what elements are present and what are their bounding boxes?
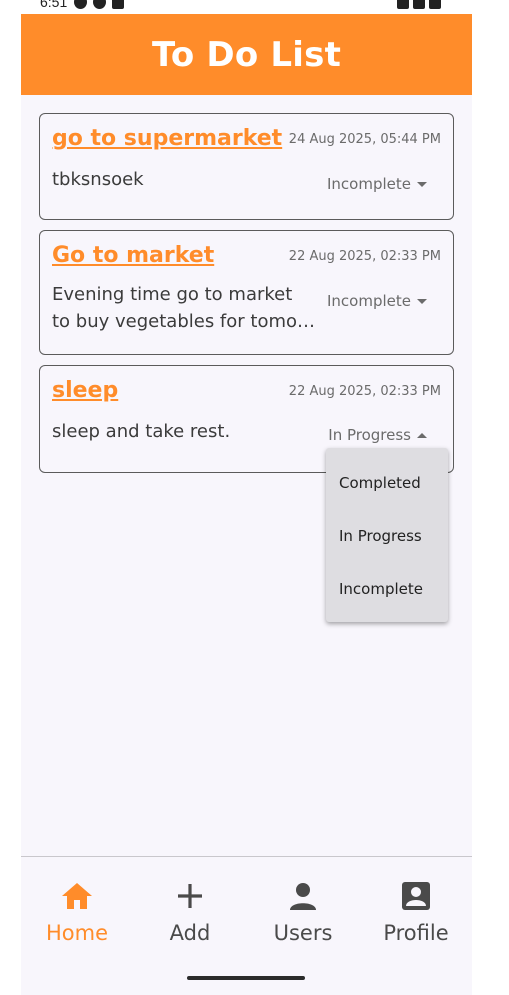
app-bar: To Do List <box>21 14 472 95</box>
task-title[interactable]: go to supermarket <box>52 126 282 151</box>
task-date: 22 Aug 2025, 02:33 PM <box>288 249 441 264</box>
nav-label: Users <box>273 921 333 945</box>
status-bar: 6:51 <box>0 0 509 14</box>
chevron-up-icon <box>417 432 427 438</box>
nav-item-add[interactable]: Add <box>134 857 246 967</box>
page-title: To Do List <box>151 34 342 75</box>
wifi-icon <box>397 0 409 9</box>
task-date: 24 Aug 2025, 05:44 PM <box>288 132 441 147</box>
location-icon <box>93 0 106 9</box>
task-description-line: Evening time go to market <box>52 284 293 305</box>
plus-icon <box>173 879 207 913</box>
person-icon <box>286 879 320 913</box>
task-date: 22 Aug 2025, 02:33 PM <box>288 384 441 399</box>
task-description: Evening time go to market to buy vegetab… <box>52 281 317 335</box>
nav-item-users[interactable]: Users <box>247 857 359 967</box>
chevron-down-icon <box>417 298 427 304</box>
status-dropdown-value: Incomplete <box>327 175 411 193</box>
task-title[interactable]: Go to market <box>52 243 214 268</box>
signal-icon <box>413 0 425 9</box>
nav-item-profile[interactable]: Profile <box>360 857 472 967</box>
status-dropdown-value: Incomplete <box>327 292 411 310</box>
home-indicator[interactable] <box>187 976 305 980</box>
status-dropdown[interactable]: Incomplete <box>327 292 427 310</box>
home-icon <box>60 879 94 913</box>
status-dropdown-value: In Progress <box>328 426 411 444</box>
task-description-line: sleep and take rest. <box>52 421 231 442</box>
task-title[interactable]: sleep <box>52 378 118 403</box>
status-dropdown[interactable]: Incomplete <box>327 175 427 193</box>
status-time: 6:51 <box>40 0 68 10</box>
status-dropdown[interactable]: In Progress <box>328 426 427 444</box>
status-icons-right <box>397 0 441 9</box>
account-box-icon <box>399 879 433 913</box>
task-description: tbksnsoek <box>52 166 317 193</box>
status-option-incomplete[interactable]: Incomplete <box>339 580 423 598</box>
app-screen: To Do List go to supermarket 24 Aug 2025… <box>21 14 472 995</box>
battery-icon <box>429 0 441 9</box>
chevron-down-icon <box>417 181 427 187</box>
status-dropdown-menu: Completed In Progress Incomplete <box>326 448 448 622</box>
do-not-disturb-icon <box>74 0 87 9</box>
task-description-line: tbksnsoek <box>52 169 144 190</box>
nav-label: Profile <box>383 921 449 945</box>
status-option-in-progress[interactable]: In Progress <box>339 527 422 545</box>
status-icons-left <box>74 0 124 9</box>
status-option-completed[interactable]: Completed <box>339 474 421 492</box>
nav-item-home[interactable]: Home <box>21 857 133 967</box>
nav-label: Add <box>169 921 211 945</box>
sim-card-icon <box>112 0 124 9</box>
nav-label: Home <box>45 921 108 945</box>
bottom-navigation: Home Add Users Profile <box>21 856 472 995</box>
task-description: sleep and take rest. <box>52 418 317 445</box>
task-description-line: to buy vegetables for tomo… <box>52 311 316 332</box>
task-card[interactable]: go to supermarket 24 Aug 2025, 05:44 PM … <box>39 113 454 220</box>
task-card[interactable]: Go to market 22 Aug 2025, 02:33 PM Eveni… <box>39 230 454 355</box>
